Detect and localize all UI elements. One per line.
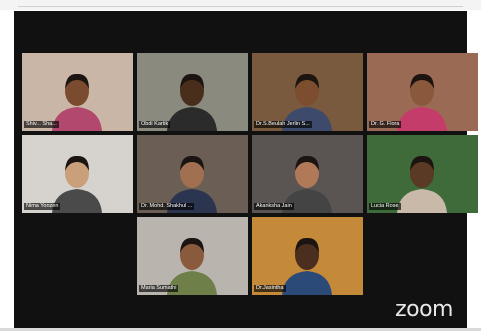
participant-name: Akanksha Jain [254, 203, 294, 210]
top-strip [0, 0, 481, 10]
participant-video [252, 217, 363, 295]
participant-tile[interactable]: Nima Yonzen [22, 135, 133, 213]
participant-name: Dr.Jasintha [254, 285, 286, 292]
participant-tile[interactable]: Akanksha Jain [252, 135, 363, 213]
participant-name: Dr. Mohd. Shakhul ... [139, 203, 195, 210]
participant-video [367, 135, 478, 213]
zoom-logo: zoom [395, 297, 453, 322]
participant-name: Dr. G. Flora [369, 121, 402, 128]
participant-video [137, 53, 248, 131]
participant-video [252, 53, 363, 131]
participant-tile[interactable]: Dr. Mohd. Shakhul ... [137, 135, 248, 213]
participant-name: Lucia Rose [369, 203, 401, 210]
participant-tile[interactable]: Lucia Rose [367, 135, 478, 213]
participant-tile[interactable]: Obdi Kartik [137, 53, 248, 131]
participant-video [22, 135, 133, 213]
participant-name: Dr.S.Beulah Jerlin S... [254, 121, 312, 128]
participant-name: Maria Sumathi [139, 285, 179, 292]
participant-name: Shiv... Sha... [24, 121, 59, 128]
participant-video [137, 217, 248, 295]
meeting-gallery: Shiv... Sha... Obdi Kartik Dr.S.Beulah J… [14, 11, 478, 331]
participant-tile[interactable]: Maria Sumathi [137, 217, 248, 295]
participant-video [137, 135, 248, 213]
participant-video [252, 135, 363, 213]
participant-video [367, 53, 478, 131]
participant-tile[interactable]: Dr.S.Beulah Jerlin S... [252, 53, 363, 131]
participant-name: Obdi Kartik [139, 121, 171, 128]
participant-tile[interactable]: Dr.Jasintha [252, 217, 363, 295]
participant-video [22, 53, 133, 131]
participant-name: Nima Yonzen [24, 203, 61, 210]
participant-tile[interactable]: Dr. G. Flora [367, 53, 478, 131]
divider [18, 6, 463, 7]
participant-tile[interactable]: Shiv... Sha... [22, 53, 133, 131]
